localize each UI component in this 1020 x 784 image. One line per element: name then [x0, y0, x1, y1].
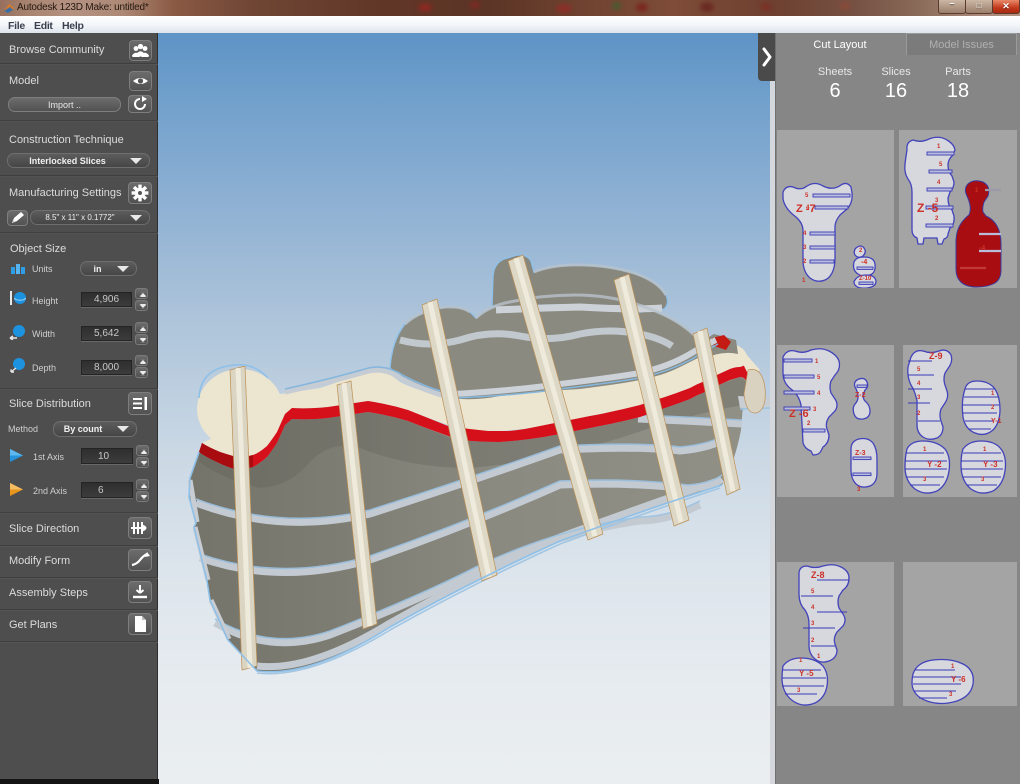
svg-text:-4: -4 [979, 245, 985, 252]
svg-text:Z-10: Z-10 [859, 276, 872, 282]
svg-text:Y-1: Y-1 [991, 418, 1002, 425]
svg-text:1: 1 [802, 278, 806, 284]
svg-text:Z-3: Z-3 [855, 450, 866, 457]
svg-text:Y -3: Y -3 [983, 460, 998, 469]
svg-text:Z -6: Z -6 [789, 408, 809, 420]
svg-text:Y -6: Y -6 [951, 675, 966, 684]
svg-text:Z-8: Z-8 [811, 570, 825, 580]
svg-text:Y -2: Y -2 [927, 460, 942, 469]
svg-text:Z-9: Z-9 [929, 351, 943, 361]
svg-text:Z-2: Z-2 [855, 392, 866, 399]
svg-text:Y -5: Y -5 [799, 669, 814, 678]
svg-text:3: 3 [857, 487, 861, 493]
svg-text:-4: -4 [861, 259, 867, 266]
